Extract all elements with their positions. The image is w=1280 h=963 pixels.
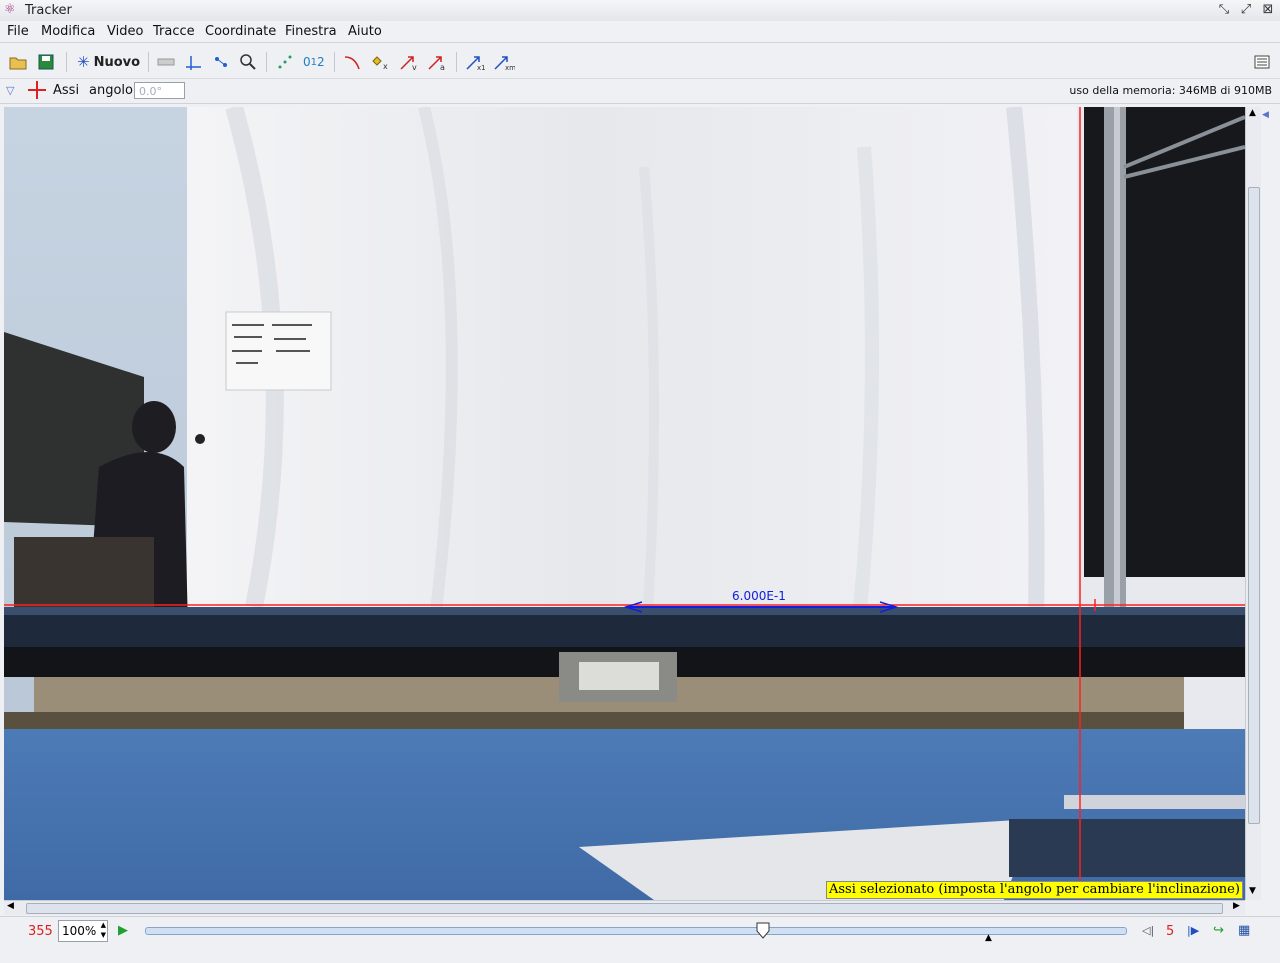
new-track-button[interactable]: ✳ Nuovo xyxy=(75,52,142,72)
minimize-icon[interactable]: ⤡ xyxy=(1216,2,1232,18)
track-dropdown-icon[interactable]: ▽ xyxy=(6,84,14,97)
axes-icon[interactable] xyxy=(183,52,203,72)
scroll-down-icon[interactable]: ▼ xyxy=(1249,886,1256,896)
acceleration-icon[interactable]: a xyxy=(427,52,447,72)
step-forward-icon[interactable]: |▶ xyxy=(1187,924,1199,937)
slider-thumb[interactable] xyxy=(756,922,770,939)
maximize-icon[interactable]: ⤢ xyxy=(1238,2,1254,18)
save-icon[interactable] xyxy=(36,52,56,72)
vector-sum-icon[interactable]: xm xyxy=(493,52,515,72)
player-bar: 355 100% ▲ ▼ ▶ ▲ ◁| 5 |▶ ↪ ▦ xyxy=(0,916,1280,947)
main-toolbar: ✳ Nuovo 012 x v a x1 xm xyxy=(0,44,1280,79)
step-back-icon[interactable]: ◁| xyxy=(1142,924,1154,937)
track-name[interactable]: Assi xyxy=(53,83,79,98)
menu-tracce[interactable]: Tracce xyxy=(153,24,195,39)
notes-icon[interactable] xyxy=(1252,52,1272,72)
menu-video[interactable]: Video xyxy=(107,24,143,39)
side-panel-toggle-icon[interactable]: ◀ xyxy=(1262,110,1269,120)
title-bar: ⚛ Tracker ⤡ ⤢ ⊠ xyxy=(0,0,1280,22)
close-icon[interactable]: ⊠ xyxy=(1260,2,1276,18)
center-of-mass-icon[interactable]: x1 xyxy=(465,52,487,72)
position-icon[interactable]: x xyxy=(371,52,391,72)
frame-slider[interactable] xyxy=(145,922,1127,939)
zoom-spinner[interactable]: 100% ▲ ▼ xyxy=(58,920,108,942)
horizontal-scroll-thumb[interactable] xyxy=(26,903,1223,914)
labels-icon[interactable]: 012 xyxy=(303,52,325,72)
video-image xyxy=(4,107,1245,900)
new-track-label: Nuovo xyxy=(93,54,141,70)
window-title: Tracker xyxy=(25,3,72,18)
video-frame[interactable]: 6.000E-1 xyxy=(4,107,1245,900)
vertical-scrollbar[interactable]: ▲ ▼ xyxy=(1245,107,1261,900)
menu-aiuto[interactable]: Aiuto xyxy=(348,24,382,39)
zoom-down-icon[interactable]: ▼ xyxy=(101,931,106,939)
track-control-bar: ▽ Assi angolo 0.0° uso della memoria: 34… xyxy=(0,79,1280,104)
menu-file[interactable]: File xyxy=(7,24,29,39)
menu-finestra[interactable]: Finestra xyxy=(285,24,337,39)
svg-text:a: a xyxy=(440,63,445,71)
memory-usage[interactable]: uso della memoria: 346MB di 910MB xyxy=(1069,84,1272,97)
zoom-icon[interactable] xyxy=(238,52,258,72)
play-button-icon[interactable]: ▶ xyxy=(118,923,128,938)
svg-text:x: x xyxy=(383,62,388,71)
scroll-right-icon[interactable]: ▶ xyxy=(1233,901,1240,911)
svg-text:v: v xyxy=(412,63,417,71)
angle-input[interactable]: 0.0° xyxy=(134,82,185,99)
calibration-tape-icon[interactable] xyxy=(156,52,176,72)
path-icon[interactable] xyxy=(342,52,362,72)
svg-text:xm: xm xyxy=(505,64,515,71)
zoom-up-icon[interactable]: ▲ xyxy=(101,921,106,929)
calibration-length-label: 6.000E-1 xyxy=(732,589,786,603)
zoom-value[interactable]: 100% xyxy=(62,924,96,938)
menu-modifica[interactable]: Modifica xyxy=(41,24,95,39)
velocity-icon[interactable]: v xyxy=(399,52,419,72)
angle-label: angolo xyxy=(89,83,133,98)
points-icon[interactable] xyxy=(211,52,231,72)
axes-track-icon xyxy=(27,81,47,102)
frame-number[interactable]: 355 xyxy=(28,924,53,939)
open-folder-icon[interactable] xyxy=(8,52,28,72)
end-frame-marker-icon[interactable]: ▲ xyxy=(985,933,992,943)
vertical-scroll-thumb[interactable] xyxy=(1248,187,1260,824)
menu-bar: File Modifica Video Tracce Coordinate Fi… xyxy=(0,21,1280,43)
player-settings-icon[interactable]: ▦ xyxy=(1238,923,1250,938)
step-size[interactable]: 5 xyxy=(1166,924,1174,939)
svg-text:x1: x1 xyxy=(477,64,486,71)
status-message: Assi selezionato (imposta l'angolo per c… xyxy=(826,881,1243,899)
horizontal-scrollbar[interactable]: ◀ ▶ xyxy=(4,900,1245,915)
menu-coordinate[interactable]: Coordinate xyxy=(205,24,276,39)
scroll-left-icon[interactable]: ◀ xyxy=(7,901,14,911)
scroll-up-icon[interactable]: ▲ xyxy=(1249,108,1256,118)
asterisk-icon: ✳ xyxy=(77,53,90,71)
loop-icon[interactable]: ↪ xyxy=(1213,923,1224,938)
trail-icon[interactable] xyxy=(275,52,295,72)
tracker-app-icon: ⚛ xyxy=(4,2,16,17)
